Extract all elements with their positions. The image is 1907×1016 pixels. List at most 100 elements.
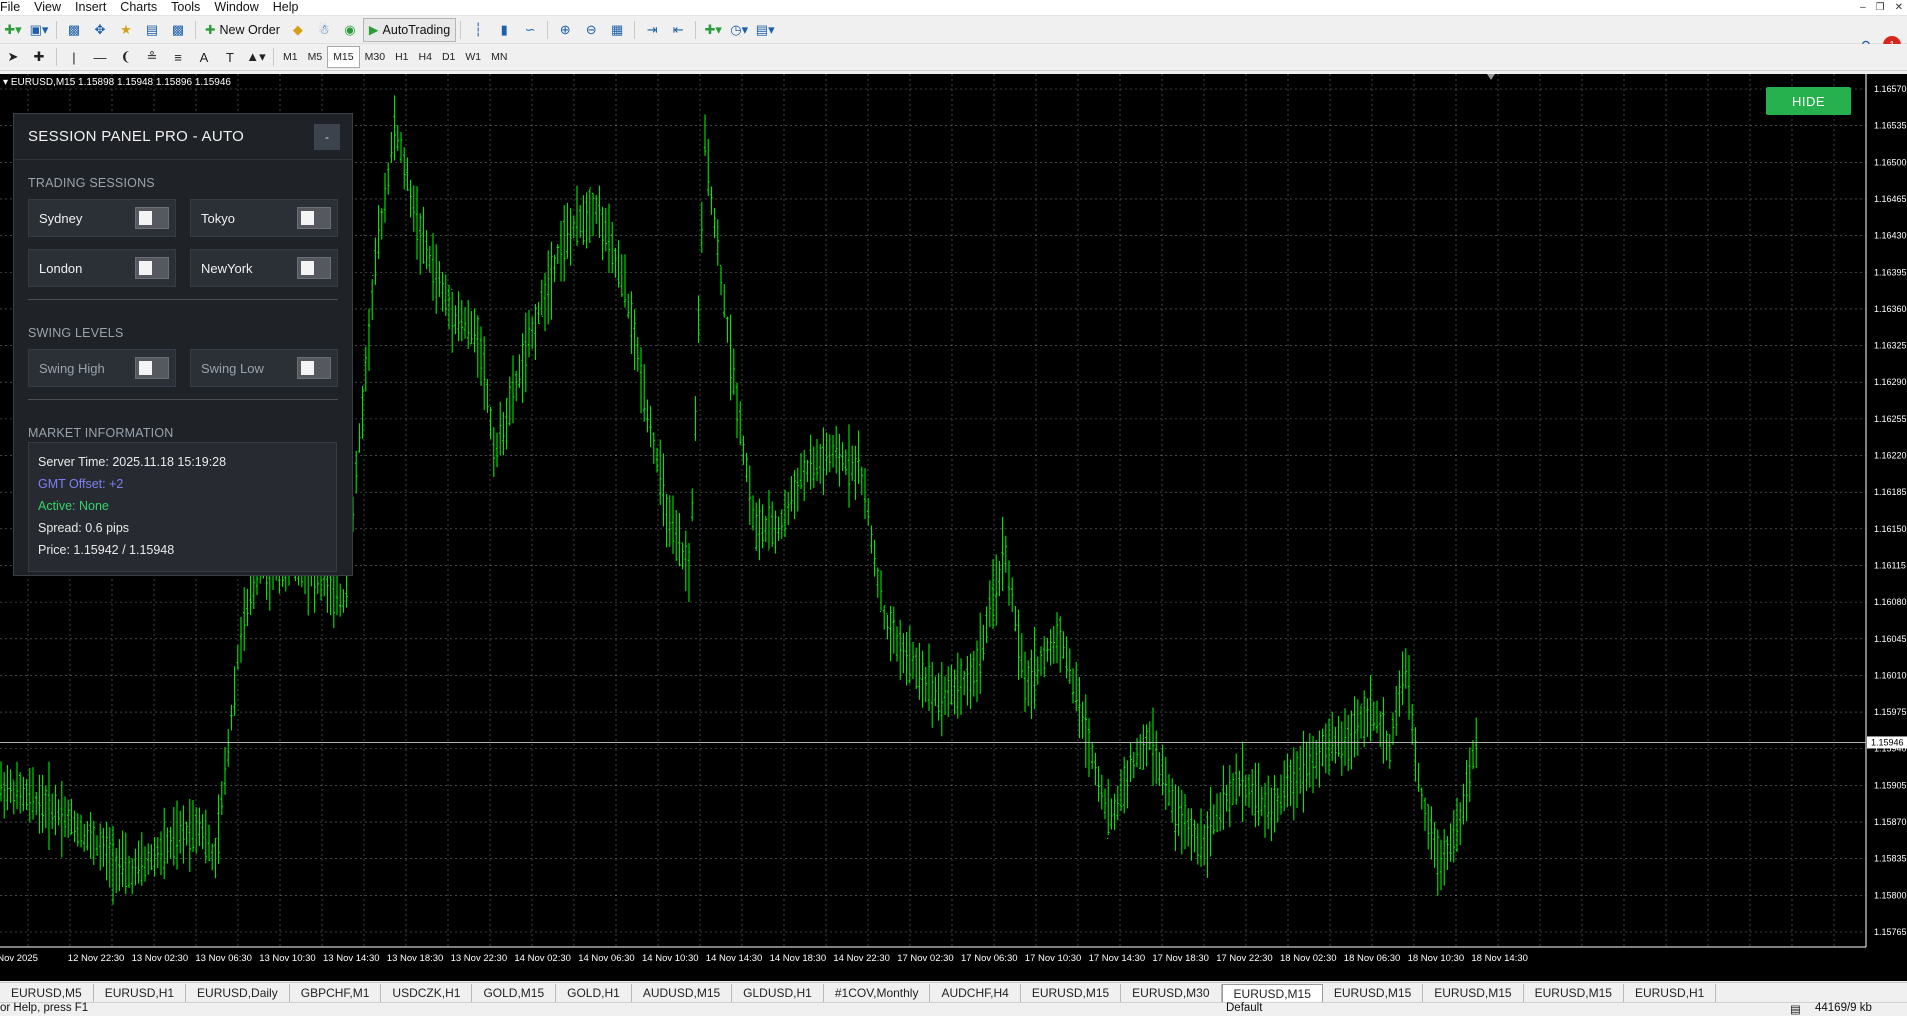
menu-window[interactable]: Window xyxy=(207,0,265,15)
autoscroll-icon[interactable]: ⇤ xyxy=(667,19,689,41)
timeframe-h4[interactable]: H4 xyxy=(414,47,437,67)
switch-off[interactable] xyxy=(135,357,169,379)
toggle-swing-low[interactable]: Swing Low xyxy=(190,349,338,387)
toggle-london[interactable]: London xyxy=(28,249,176,287)
price-tick-label: 1.16080 xyxy=(1874,597,1907,607)
timeframe-m5[interactable]: M5 xyxy=(303,47,328,67)
chart-tab[interactable]: EURUSD,M15 xyxy=(1021,984,1122,1002)
candlestick-icon[interactable]: ▮ xyxy=(493,19,515,41)
tile-windows-icon[interactable]: ▦ xyxy=(606,19,628,41)
new-order-button[interactable]: ✚ New Order xyxy=(200,19,285,41)
chart-tab[interactable]: #1COV,Monthly xyxy=(824,984,931,1002)
templates-icon[interactable]: ▤▾ xyxy=(754,19,776,41)
profiles-icon[interactable]: ▣▾ xyxy=(28,19,50,41)
zoom-in-icon[interactable]: ⊕ xyxy=(554,19,576,41)
chart-tab[interactable]: EURUSD,H1 xyxy=(94,984,187,1002)
panel-minimize-button[interactable]: - xyxy=(314,124,340,150)
timeframe-m30[interactable]: M30 xyxy=(360,47,390,67)
chart-tab[interactable]: AUDCHF,H4 xyxy=(930,984,1021,1002)
switch-off[interactable] xyxy=(297,207,331,229)
cursor-icon[interactable]: ➤ xyxy=(2,46,24,68)
menu-view[interactable]: View xyxy=(27,0,68,15)
price-tick-label: 1.15765 xyxy=(1874,927,1907,937)
horizontal-line-icon[interactable]: — xyxy=(89,46,111,68)
chart-tab[interactable]: EURUSD,M15 xyxy=(1423,984,1524,1002)
chart-tab[interactable]: EURUSD,M30 xyxy=(1121,984,1222,1002)
shapes-icon[interactable]: ▲▾ xyxy=(245,46,267,68)
periods-icon[interactable]: ◷▾ xyxy=(728,19,750,41)
toggle-tokyo[interactable]: Tokyo xyxy=(190,199,338,237)
metaeditor-icon[interactable]: ◆ xyxy=(287,19,309,41)
chart-tab[interactable]: GOLD,H1 xyxy=(556,984,632,1002)
chart-tab[interactable]: EURUSD,M15 xyxy=(1323,984,1424,1002)
timeframe-m1[interactable]: M1 xyxy=(278,47,303,67)
terminal-icon[interactable]: ▤ xyxy=(141,19,163,41)
standard-toolbar: ✚▾ ▣▾ ▩ ✥ ★ ▤ ▩ ✚ New Order ◆ ☃ ◉ ▶ Auto… xyxy=(0,16,1907,54)
line-studies-toolbar: ➤ ✚ | — ❨ ≗ ≡ A T ▲▾ M1 M5 M15 M30 H1 H4… xyxy=(0,44,1907,71)
restore-window-icon[interactable]: ❐ xyxy=(1876,2,1885,13)
chart-tab[interactable]: EURUSD,M5 xyxy=(0,984,94,1002)
price-tick-label: 1.16535 xyxy=(1874,121,1907,131)
hide-button[interactable]: HIDE xyxy=(1766,87,1851,115)
time-tick-label: 13 Nov 18:30 xyxy=(387,953,444,964)
chart-tab[interactable]: GBPCHF,M1 xyxy=(290,984,382,1002)
signals-icon[interactable]: ☃ xyxy=(313,19,335,41)
timeframe-h1[interactable]: H1 xyxy=(390,47,413,67)
channel-icon[interactable]: ≗ xyxy=(141,46,163,68)
menu-file[interactable]: File xyxy=(0,0,27,15)
new-chart-icon[interactable]: ✚▾ xyxy=(2,19,24,41)
navigator-icon[interactable]: ★ xyxy=(115,19,137,41)
text-icon[interactable]: A xyxy=(193,46,215,68)
chart-tab[interactable]: EURUSD,Daily xyxy=(186,984,290,1002)
menu-help[interactable]: Help xyxy=(266,0,306,15)
switch-off[interactable] xyxy=(135,257,169,279)
chart-menu-icon[interactable]: ▾ xyxy=(3,77,8,88)
chart-tab[interactable]: USDCZK,H1 xyxy=(381,984,473,1002)
price-tick-label: 1.16395 xyxy=(1874,267,1907,277)
fibonacci-icon[interactable]: ≡ xyxy=(167,46,189,68)
switch-off[interactable] xyxy=(297,357,331,379)
indicators-icon[interactable]: ✚▾ xyxy=(702,19,724,41)
sessions-heading: TRADING SESSIONS xyxy=(28,176,155,190)
market-watch-icon[interactable]: ▩ xyxy=(63,19,85,41)
trendline-icon[interactable]: ❨ xyxy=(115,46,137,68)
toggle-newyork[interactable]: NewYork xyxy=(190,249,338,287)
chart-tab[interactable]: GLDUSD,H1 xyxy=(732,984,824,1002)
text-label-icon[interactable]: T xyxy=(219,46,241,68)
vertical-line-icon[interactable]: | xyxy=(63,46,85,68)
timeframe-w1[interactable]: W1 xyxy=(460,47,486,67)
gmt-offset: GMT Offset: +2 xyxy=(38,477,124,491)
chart-shift-icon[interactable]: ⇥ xyxy=(641,19,663,41)
toggle-swing-high[interactable]: Swing High xyxy=(28,349,176,387)
price-chart[interactable]: 1.16570 1.16535 1.16500 1.16465 1.16430 1.163… xyxy=(0,74,1907,981)
strategy-tester-icon[interactable]: ▩ xyxy=(167,19,189,41)
toggle-label: Sydney xyxy=(39,211,83,226)
menu-charts[interactable]: Charts xyxy=(113,0,164,15)
timeframe-mn[interactable]: MN xyxy=(486,47,512,67)
chart-tab[interactable]: GOLD,M15 xyxy=(472,984,557,1002)
timeframe-d1[interactable]: D1 xyxy=(437,47,460,67)
menu-tools[interactable]: Tools xyxy=(164,0,207,15)
data-window-icon[interactable]: ✥ xyxy=(89,19,111,41)
bar-chart-icon[interactable]: ┆ xyxy=(467,19,489,41)
chart-tab[interactable]: AUDUSD,M15 xyxy=(632,984,733,1002)
time-tick-label: 12 Nov 22:30 xyxy=(68,953,125,964)
minimize-window-icon[interactable]: – xyxy=(1860,2,1866,13)
auto-trading-button[interactable]: ▶ AutoTrading xyxy=(362,17,457,42)
line-chart-icon[interactable]: ∽ xyxy=(519,19,541,41)
crosshair-icon[interactable]: ✚ xyxy=(28,46,50,68)
zoom-out-icon[interactable]: ⊖ xyxy=(580,19,602,41)
close-window-icon[interactable]: ✕ xyxy=(1895,2,1903,13)
market-icon[interactable]: ◉ xyxy=(339,19,361,41)
swing-heading: SWING LEVELS xyxy=(28,326,124,340)
time-tick-label: 14 Nov 10:30 xyxy=(642,953,699,964)
switch-off[interactable] xyxy=(135,207,169,229)
chart-tab[interactable]: EURUSD,M15 xyxy=(1221,983,1323,1003)
chart-tab[interactable]: EURUSD,M15 xyxy=(1524,984,1624,1002)
switch-off[interactable] xyxy=(297,257,331,279)
menu-insert[interactable]: Insert xyxy=(68,0,113,15)
time-tick-label: 14 Nov 14:30 xyxy=(706,953,763,964)
chart-tab[interactable]: EURUSD,H1 xyxy=(1624,984,1717,1002)
toggle-sydney[interactable]: Sydney xyxy=(28,199,176,237)
timeframe-m15[interactable]: M15 xyxy=(327,46,360,68)
